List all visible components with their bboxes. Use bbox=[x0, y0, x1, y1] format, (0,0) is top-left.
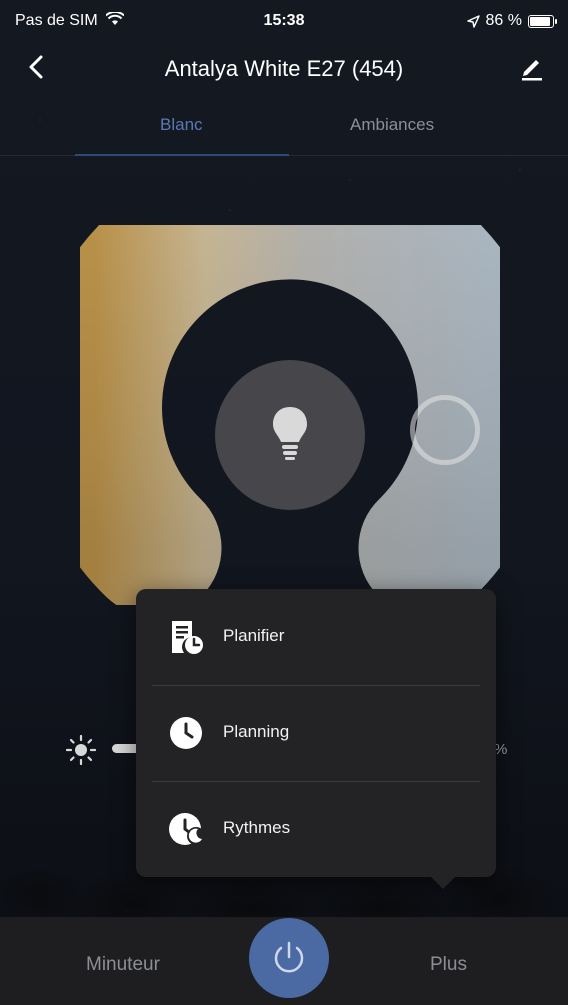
carrier-label: Pas de SIM bbox=[15, 10, 125, 30]
edit-pencil-icon[interactable] bbox=[516, 52, 546, 82]
menu-item-planifier[interactable]: Planifier bbox=[136, 589, 496, 685]
brightness-value: % bbox=[494, 741, 508, 758]
menu-item-label: Planifier bbox=[223, 626, 285, 645]
power-icon bbox=[274, 941, 304, 973]
battery-percent: 86 % bbox=[485, 12, 522, 29]
location-arrow-icon bbox=[466, 14, 480, 28]
brightness-sun-icon bbox=[66, 735, 96, 765]
tab-ambiances[interactable]: Ambiances bbox=[350, 115, 434, 135]
page-title: Antalya White E27 (454) bbox=[164, 56, 404, 81]
tab-blanc[interactable]: Blanc bbox=[160, 115, 203, 135]
menu-item-label: Planning bbox=[223, 722, 290, 741]
wifi-icon bbox=[105, 10, 125, 25]
menu-item-label: Rythmes bbox=[223, 818, 291, 837]
status-bar: Pas de SIM 15:38 86 % bbox=[0, 0, 568, 40]
menu-item-rythmes[interactable]: Rythmes bbox=[136, 781, 496, 877]
tab-bar: Blanc Ambiances bbox=[0, 105, 568, 156]
more-button[interactable]: Plus bbox=[430, 954, 467, 976]
status-right: 86 % bbox=[466, 12, 557, 30]
menu-item-planning[interactable]: Planning bbox=[136, 685, 496, 781]
moon-clock-icon bbox=[169, 813, 204, 845]
power-button[interactable] bbox=[249, 918, 329, 998]
schedule-calendar-icon bbox=[172, 621, 203, 654]
more-options-menu: Planifier Planning Rythmes bbox=[136, 589, 496, 889]
clock: 15:38 bbox=[263, 12, 305, 29]
color-temperature-knob[interactable] bbox=[410, 395, 480, 465]
clock-icon bbox=[170, 717, 202, 749]
battery-icon bbox=[528, 14, 557, 28]
active-tab-indicator bbox=[75, 154, 289, 156]
timer-button[interactable]: Minuteur bbox=[86, 954, 160, 976]
light-bulb-icon bbox=[273, 407, 307, 460]
navigation-bar: Antalya White E27 (454) bbox=[0, 44, 568, 92]
